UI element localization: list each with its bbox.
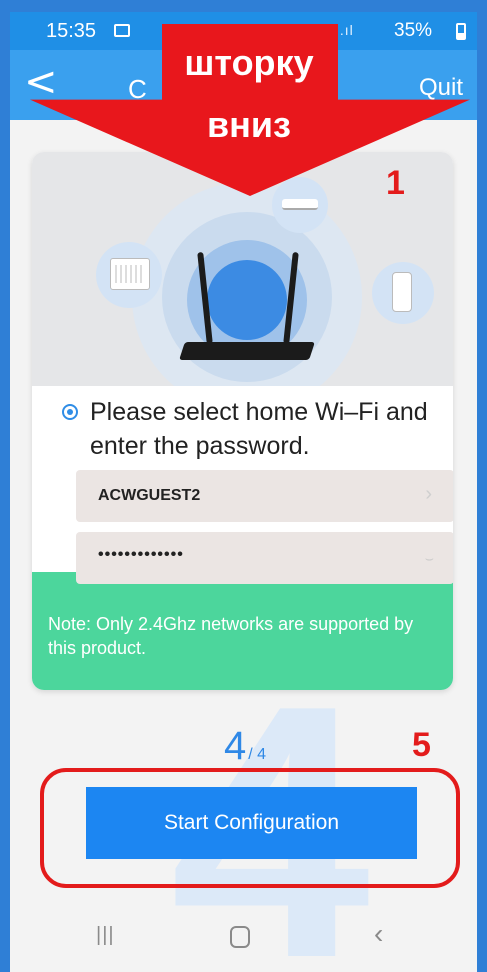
wifi-ssid-field[interactable]: ACWGUEST2 › <box>76 470 453 522</box>
annotation-marker-5: 5 <box>412 726 431 764</box>
note-text: Note: Only 2.4Ghz networks are supported… <box>48 614 414 658</box>
note-banner: Note: Only 2.4Ghz networks are supported… <box>32 572 453 690</box>
step-current: 4 <box>224 724 247 768</box>
annotation-arrow-text: вниз <box>207 104 291 145</box>
battery-icon <box>456 23 466 40</box>
router-icon <box>179 342 315 360</box>
status-time: 15:35 <box>46 20 97 42</box>
wifi-setup-card: Please select home Wi–Fi and enter the p… <box>32 152 453 690</box>
chevron-right-icon: › <box>425 483 432 505</box>
signal-ring <box>207 260 287 340</box>
home-icon[interactable] <box>230 926 250 948</box>
wifi-password-field[interactable]: ••••••••••••• ⌣ <box>76 532 453 584</box>
wifi-password-value: ••••••••••••• <box>98 546 184 563</box>
step-total: / 4 <box>248 746 267 763</box>
annotation-highlight-box <box>40 768 460 888</box>
eye-closed-icon[interactable]: ⌣ <box>425 550 434 567</box>
window-ac-icon <box>96 242 162 308</box>
back-button[interactable]: < <box>24 62 58 102</box>
instruction-text: Please select home Wi–Fi and enter the p… <box>90 398 428 460</box>
air-conditioner-icon <box>272 177 328 233</box>
back-icon[interactable]: ‹ <box>374 918 383 950</box>
purifier-icon <box>372 262 434 324</box>
wifi-ssid-value: ACWGUEST2 <box>98 487 201 504</box>
image-notification-icon <box>114 24 130 37</box>
radio-selected-icon <box>62 404 78 420</box>
annotation-marker-1: 1 <box>386 164 405 202</box>
quit-button[interactable]: Quit <box>419 74 463 102</box>
system-navigation-bar: ||| ‹ <box>10 912 477 972</box>
annotation-arrow-text: шторку <box>184 42 314 83</box>
battery-percent: 35% <box>394 20 433 41</box>
step-indicator: 4/ 4 <box>224 724 266 769</box>
recent-apps-icon[interactable]: ||| <box>96 924 115 947</box>
